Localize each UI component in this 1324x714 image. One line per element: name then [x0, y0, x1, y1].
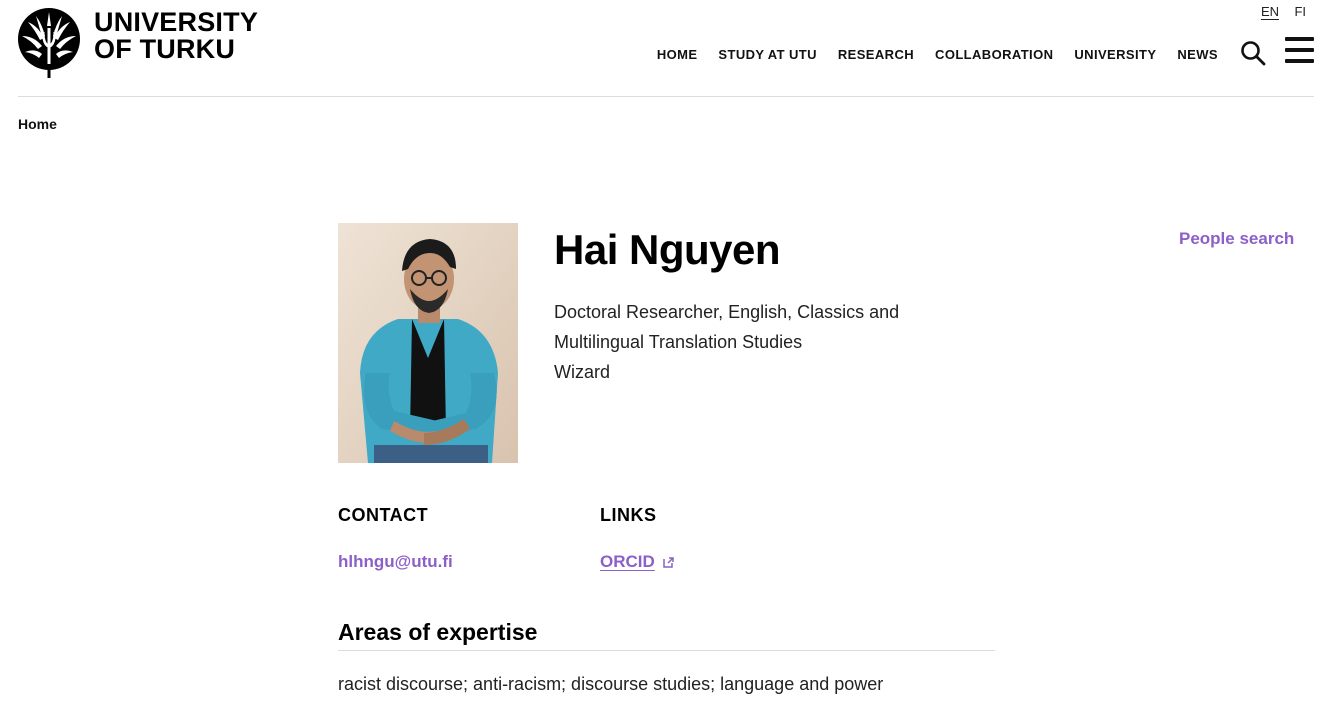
language-fi-link[interactable]: FI [1294, 4, 1306, 19]
links-heading: LINKS [600, 505, 657, 525]
header-divider [18, 96, 1314, 97]
nav-research[interactable]: RESEARCH [838, 47, 914, 62]
nav-news[interactable]: NEWS [1177, 47, 1218, 62]
search-icon [1241, 41, 1266, 66]
profile-titles: Doctoral Researcher, English, Classics a… [554, 297, 899, 387]
orcid-label: ORCID [600, 552, 655, 571]
nav-collaboration[interactable]: COLLABORATION [935, 47, 1053, 62]
university-seal-icon [18, 8, 80, 78]
expertise-text: racist discourse; anti-racism; discourse… [338, 674, 884, 694]
search-button[interactable] [1240, 40, 1266, 66]
nav-study-at-utu[interactable]: STUDY AT UTU [718, 47, 816, 62]
breadcrumb-home-link[interactable]: Home [18, 116, 57, 132]
logo-line-1: UNIVERSITY [94, 7, 259, 37]
breadcrumb: Home [18, 116, 57, 132]
nav-home[interactable]: HOME [657, 47, 698, 62]
main-navigation: HOME STUDY AT UTU RESEARCH COLLABORATION… [636, 47, 1218, 62]
hamburger-menu-button[interactable] [1285, 37, 1314, 63]
email-link[interactable]: hlhngu@utu.fi [338, 552, 453, 572]
university-logo-link[interactable]: UNIVERSITY OF TURKU [18, 8, 258, 78]
orcid-link[interactable]: ORCID [600, 552, 674, 572]
people-search-link[interactable]: People search [1179, 229, 1294, 249]
expertise-heading: Areas of expertise [338, 619, 538, 645]
profile-title-line: Wizard [554, 362, 611, 382]
profile-title-line: Multilingual Translation Studies [554, 332, 803, 352]
expertise-divider [338, 650, 995, 651]
logo-line-2: OF TURKU [94, 34, 236, 64]
external-link-icon [663, 556, 674, 568]
contact-heading: CONTACT [338, 505, 429, 525]
profile-name: Hai Nguyen [554, 226, 781, 273]
nav-university[interactable]: UNIVERSITY [1074, 47, 1156, 62]
hamburger-menu-icon [1285, 37, 1314, 41]
profile-photo [338, 223, 518, 463]
profile-title-line: Doctoral Researcher, English, Classics a… [554, 302, 900, 322]
language-en-link[interactable]: EN [1261, 4, 1279, 19]
